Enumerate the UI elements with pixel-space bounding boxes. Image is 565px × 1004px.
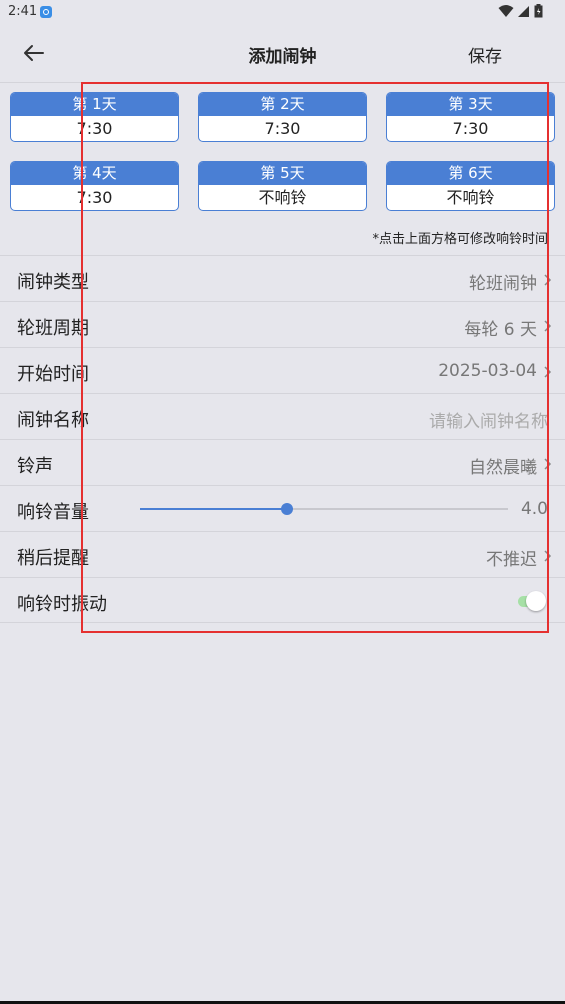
status-bar: 2:41	[0, 0, 565, 24]
cell-signal-icon	[517, 6, 529, 17]
highlight-annotation-box	[81, 82, 549, 633]
header: 添加闹钟 保存	[0, 24, 565, 82]
battery-icon	[534, 4, 543, 18]
wifi-icon	[498, 5, 514, 17]
ringtone-label: 铃声	[17, 456, 53, 477]
cycle-label: 轮班周期	[17, 318, 89, 339]
snooze-label: 稍后提醒	[17, 548, 89, 569]
alarm-name-label: 闹钟名称	[17, 410, 89, 431]
app-notification-icon	[40, 6, 52, 18]
save-button[interactable]: 保存	[468, 42, 502, 67]
status-icons	[498, 4, 543, 20]
alarm-type-label: 闹钟类型	[17, 272, 89, 293]
volume-label: 响铃音量	[17, 502, 89, 523]
start-time-label: 开始时间	[17, 364, 89, 385]
status-time: 2:41	[8, 4, 38, 19]
